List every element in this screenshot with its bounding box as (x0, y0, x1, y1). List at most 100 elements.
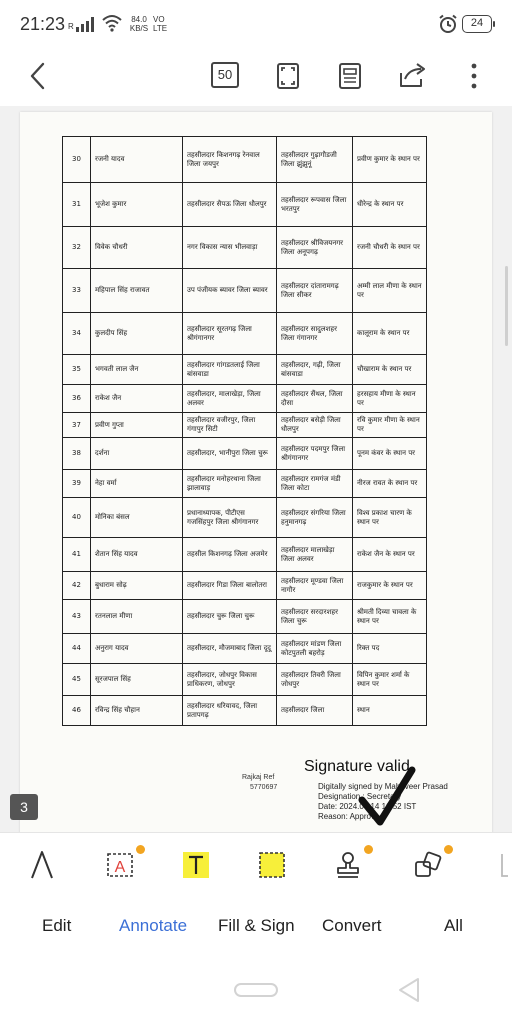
area-highlight-icon (259, 852, 285, 878)
text-box-icon: A (107, 853, 133, 877)
serial-number-cell: 46 (62, 695, 91, 726)
tab-fill-sign[interactable]: Fill & Sign (218, 916, 295, 936)
text-box-tool-button[interactable]: A (100, 845, 145, 885)
area-highlight-tool-button[interactable] (252, 845, 292, 885)
current-page-indicator: 3 (10, 794, 38, 820)
new-posting-cell: तहसीलदार संगरिया जिला हनुमानगढ़ (276, 497, 353, 538)
ink-tool-button[interactable] (22, 845, 62, 885)
table-row: 30 रजनी यादव तहसीलदार किशनगढ़ रेनवाल जिला … (62, 136, 427, 183)
current-posting-cell: तहसील किशनगढ़ जिला अजमेर (182, 537, 277, 572)
officer-name-cell: विवेक चौधरी (90, 226, 183, 269)
serial-number-cell: 35 (62, 354, 91, 385)
document-page[interactable]: 30 रजनी यादव तहसीलदार किशनगढ़ रेनवाल जिला … (20, 112, 492, 832)
scrollbar-thumb[interactable] (505, 266, 508, 346)
shape-icon (415, 851, 442, 877)
alarm-icon (439, 14, 457, 33)
remark-cell: धीरेन्द्र के स्थान पर (352, 182, 427, 227)
system-nav-bar (0, 956, 512, 1024)
premium-crown-icon (444, 845, 453, 854)
status-time: 21:23 (20, 14, 66, 34)
shape-tool-button[interactable] (408, 845, 453, 885)
highlight-text-tool-button[interactable] (176, 845, 216, 885)
top-toolbar: 50 (0, 50, 512, 106)
eraser-icon (501, 854, 508, 877)
transfer-table: 30 रजनी यादव तहसीलदार किशनगढ़ रेनवाल जिला … (62, 136, 427, 726)
digital-signature-block[interactable]: Signature valid Digitally signed by Maha… (304, 758, 484, 832)
new-posting-cell: तहसीलदार सरदारशहर जिला चुरू (276, 599, 353, 634)
highlight-text-icon (183, 852, 209, 878)
officer-name-cell: दर्शना (90, 437, 183, 470)
serial-number-cell: 43 (62, 599, 91, 634)
new-posting-cell: तहसीलदार दांतारामगढ़ जिला सीकर (276, 268, 353, 313)
serial-number-cell: 45 (62, 663, 91, 696)
back-triangle-icon[interactable] (396, 976, 422, 1004)
eraser-tool-button[interactable] (484, 845, 512, 885)
share-icon (400, 63, 425, 87)
volte-top: VO (153, 15, 165, 24)
current-posting-cell: तहसीलदार किशनगढ़ रेनवाल जिला जयपुर (182, 136, 277, 183)
new-posting-cell: तहसीलदार, गढ़ी, जिला बांसवाडा (276, 354, 353, 385)
new-posting-cell: तहसीलदार गुढ़ागौडजी जिला झुंझुनूं (276, 136, 353, 183)
tab-edit[interactable]: Edit (42, 916, 71, 936)
remark-cell: रजनी चौधरी के स्थान पर (352, 226, 427, 269)
ink-pen-icon (31, 851, 53, 879)
remark-cell: रवि कुमार मीणा के स्थान पर (352, 412, 427, 438)
back-arrow-icon (30, 62, 45, 90)
officer-name-cell: मोनिका बंसल (90, 497, 183, 538)
current-posting-cell: तहसीलदार सूरतगढ़ जिला श्रीगंगानगर (182, 312, 277, 355)
table-row: 31 भूजेश कुमार तहसीलदार सैपऊ जिला धौलपुर तह… (62, 182, 427, 227)
remark-cell: राजकुमार के स्थान पर (352, 571, 427, 600)
serial-number-cell: 32 (62, 226, 91, 269)
officer-name-cell: रतनलाल मीणा (90, 599, 183, 634)
current-posting-cell: उप पंजीयक ब्यावर जिला ब्यावर (182, 268, 277, 313)
new-posting-cell: तहसीलदार रामगंज मंडी जिला कोटा (276, 469, 353, 498)
serial-number-cell: 44 (62, 633, 91, 664)
remark-cell: स्थान (352, 695, 427, 726)
document-viewer[interactable]: 30 रजनी यादव तहसीलदार किशनगढ़ रेनवाल जिला … (0, 106, 512, 832)
new-posting-cell: तहसीलदार श्रीविजयनगर जिला अनूपगढ़ (276, 226, 353, 269)
page-count-button[interactable]: 50 (211, 62, 239, 88)
remark-cell: श्रीमती दिव्या चावला के स्थान पर (352, 599, 427, 634)
officer-name-cell: शैतान सिंह यादव (90, 537, 183, 572)
current-posting-cell: तहसीलदार, मालाखेड़ा, जिला अलवर (182, 384, 277, 413)
premium-crown-icon (364, 845, 373, 854)
table-row: 41 शैतान सिंह यादव तहसील किशनगढ़ जिला अजमे… (62, 537, 427, 572)
current-posting-cell: तहसीलदार सैपऊ जिला धौलपुर (182, 182, 277, 227)
serial-number-cell: 30 (62, 136, 91, 183)
tab-all[interactable]: All (444, 916, 463, 936)
table-row: 38 दर्शना तहसीलदार, भानीपुरा जिला चुरू तहसी… (62, 437, 427, 470)
tab-annotate[interactable]: Annotate (119, 916, 187, 936)
premium-crown-icon (136, 845, 145, 854)
volte-indicator: VO LTE (153, 15, 173, 33)
tab-convert[interactable]: Convert (322, 916, 382, 936)
fullscreen-button[interactable] (270, 58, 306, 94)
serial-number-cell: 37 (62, 412, 91, 438)
share-button[interactable] (394, 58, 430, 94)
current-posting-cell: तहसीलदार, मौजमाबाद जिला दूदू (182, 633, 277, 664)
speed-value: 84.0 (131, 15, 147, 24)
new-posting-cell: तहसीलदार बसेड़ी जिला धौलपुर (276, 412, 353, 438)
remark-cell: चौखाराम के स्थान पर (352, 354, 427, 385)
officer-name-cell: भूजेश कुमार (90, 182, 183, 227)
back-button[interactable] (20, 58, 56, 94)
serial-number-cell: 34 (62, 312, 91, 355)
officer-name-cell: राकेश जैन (90, 384, 183, 413)
home-pill-icon[interactable] (234, 983, 278, 997)
remark-cell: विश्व प्रकाश चारण के स्थान पर (352, 497, 427, 538)
more-menu-button[interactable] (456, 58, 492, 94)
officer-name-cell: रजनी यादव (90, 136, 183, 183)
stamp-tool-button[interactable] (328, 845, 373, 885)
reader-mode-button[interactable] (332, 58, 368, 94)
table-row: 36 राकेश जैन तहसीलदार, मालाखेड़ा, जिला अलव… (62, 384, 427, 413)
new-posting-cell: तहसीलदार सादुलशहर जिला गंगानगर (276, 312, 353, 355)
table-row: 33 महिपाल सिंह राजावत उप पंजीयक ब्यावर जिल… (62, 268, 427, 313)
remark-cell: हरसहाय मीणा के स्थान पर (352, 384, 427, 413)
current-posting-cell: तहसीलदार मनोहरथाना जिला झालावाड़ (182, 469, 277, 498)
current-posting-cell: प्रधानाध्यापक, पीटीएस गजसिंहपुर जिला श्र… (182, 497, 277, 538)
table-row: 42 बुधाराम सोढ़ तहसीलदार गिडा जिला बालोतरा… (62, 571, 427, 600)
serial-number-cell: 31 (62, 182, 91, 227)
officer-name-cell: बुधाराम सोढ़ (90, 571, 183, 600)
serial-number-cell: 38 (62, 437, 91, 470)
remark-cell: राकेश जैन के स्थान पर (352, 537, 427, 572)
table-row: 35 भगवती लाल जैन तहसीलदार गांगडतलाई जिला ब… (62, 354, 427, 385)
